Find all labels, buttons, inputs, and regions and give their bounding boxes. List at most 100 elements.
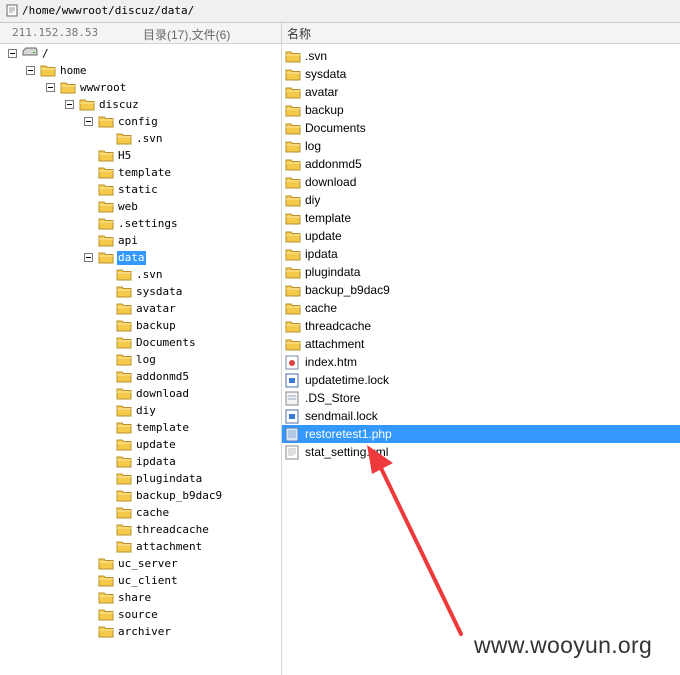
tree-node-label[interactable]: plugindata	[135, 472, 203, 486]
folder-icon	[116, 284, 132, 301]
tree-node-label[interactable]: attachment	[135, 540, 203, 554]
file-name: log	[305, 139, 322, 153]
tree-node-label[interactable]: addonmd5	[135, 370, 190, 384]
file-name: .svn	[305, 49, 328, 63]
file-list-item[interactable]: ipdata	[282, 245, 680, 263]
folder-icon	[98, 556, 114, 573]
file-list-item[interactable]: plugindata	[282, 263, 680, 281]
tree-node-label[interactable]: static	[117, 183, 159, 197]
tree-node-label[interactable]: wwwroot	[79, 81, 127, 95]
file-list-item[interactable]: stat_setting.xml	[282, 443, 680, 461]
tree-node-label[interactable]: avatar	[135, 302, 177, 316]
file-list-item[interactable]: Documents	[282, 119, 680, 137]
file-list-item[interactable]: update	[282, 227, 680, 245]
file-list-item[interactable]: sendmail.lock	[282, 407, 680, 425]
file-name: sendmail.lock	[305, 409, 378, 423]
file-list-item[interactable]: backup_b9dac9	[282, 281, 680, 299]
folder-icon	[98, 165, 114, 182]
file-list-item[interactable]: backup	[282, 101, 680, 119]
file-name: cache	[305, 301, 338, 315]
file-list-item[interactable]: download	[282, 173, 680, 191]
file-name: avatar	[305, 85, 339, 99]
tree-node-label[interactable]: ipdata	[135, 455, 177, 469]
address-path[interactable]: /home/wwwroot/discuz/data/	[22, 4, 194, 17]
tree-node-label[interactable]: config	[117, 115, 159, 129]
file-list-item[interactable]: template	[282, 209, 680, 227]
tree-node-label[interactable]: source	[117, 608, 159, 622]
file-name: sysdata	[305, 67, 347, 81]
folder-icon	[285, 301, 301, 318]
folder-icon	[116, 386, 132, 403]
folder-icon	[116, 267, 132, 284]
folder-icon	[285, 283, 301, 300]
tree-node-label[interactable]: archiver	[117, 625, 172, 639]
drive-icon	[21, 46, 39, 61]
directory-tree[interactable]: / home wwwroot discuz config .svn H5 template st…	[0, 44, 281, 675]
folder-icon	[98, 182, 114, 199]
tree-node-label[interactable]: download	[135, 387, 190, 401]
collapse-toggle-icon[interactable]	[84, 253, 93, 262]
file-list[interactable]: .svn sysdata avatar backup Documents log addon…	[282, 44, 680, 675]
tree-node-label[interactable]: .svn	[135, 268, 164, 282]
tree-node-label[interactable]: diy	[135, 404, 157, 418]
collapse-toggle-icon[interactable]	[46, 83, 55, 92]
tree-node-label[interactable]: data	[117, 251, 146, 265]
file-list-item[interactable]: addonmd5	[282, 155, 680, 173]
tree-node-label[interactable]: uc_server	[117, 557, 179, 571]
folder-icon	[285, 85, 301, 102]
file-list-item[interactable]: restoretest1.php	[282, 425, 680, 443]
tree-node-label[interactable]: sysdata	[135, 285, 183, 299]
tree-node-label[interactable]: backup	[135, 319, 177, 333]
tree-node-label[interactable]: log	[135, 353, 157, 367]
tree-node-label[interactable]: Documents	[135, 336, 197, 350]
file-list-item[interactable]: sysdata	[282, 65, 680, 83]
collapse-toggle-icon[interactable]	[8, 49, 17, 58]
folder-icon	[116, 488, 132, 505]
folder-icon	[116, 403, 132, 420]
folder-icon	[98, 114, 114, 131]
folder-icon	[98, 216, 114, 233]
address-bar[interactable]: /home/wwwroot/discuz/data/	[0, 0, 680, 23]
tree-node-label[interactable]: update	[135, 438, 177, 452]
column-header: 211.152.38.53 目录(17),文件(6) 名称	[0, 23, 680, 44]
file-list-item[interactable]: cache	[282, 299, 680, 317]
text-file-icon	[285, 445, 299, 463]
file-list-item[interactable]: .DS_Store	[282, 389, 680, 407]
file-name: Documents	[305, 121, 366, 135]
folder-icon	[40, 63, 56, 80]
collapse-toggle-icon[interactable]	[26, 66, 35, 75]
tree-node-label[interactable]: /	[41, 47, 50, 61]
tree-node-label[interactable]: threadcache	[135, 523, 210, 537]
tree-node-label[interactable]: discuz	[98, 98, 140, 112]
file-name: attachment	[305, 337, 365, 351]
file-name: diy	[305, 193, 321, 207]
collapse-toggle-icon[interactable]	[84, 117, 93, 126]
tree-node-label[interactable]: cache	[135, 506, 170, 520]
file-list-item[interactable]: diy	[282, 191, 680, 209]
name-column-header[interactable]: 名称	[287, 25, 311, 42]
folder-icon	[285, 337, 301, 354]
tree-node-label[interactable]: template	[117, 166, 172, 180]
file-list-item[interactable]: .svn	[282, 47, 680, 65]
file-list-item[interactable]: updatetime.lock	[282, 371, 680, 389]
tree-node-label[interactable]: backup_b9dac9	[135, 489, 223, 503]
tree-node-label[interactable]: share	[117, 591, 152, 605]
column-divider[interactable]	[281, 23, 282, 43]
tree-node-label[interactable]: home	[59, 64, 88, 78]
file-list-item[interactable]: index.htm	[282, 353, 680, 371]
tree-node-label[interactable]: .svn	[135, 132, 164, 146]
tree-node-label[interactable]: uc_client	[117, 574, 179, 588]
file-list-item[interactable]: avatar	[282, 83, 680, 101]
file-list-item[interactable]: threadcache	[282, 317, 680, 335]
tree-node-label[interactable]: .settings	[117, 217, 179, 231]
tree-node-label[interactable]: template	[135, 421, 190, 435]
tree-node-label[interactable]: H5	[117, 149, 132, 163]
file-list-item[interactable]: log	[282, 137, 680, 155]
folder-icon	[116, 301, 132, 318]
file-list-item[interactable]: attachment	[282, 335, 680, 353]
tree-node-label[interactable]: api	[117, 234, 139, 248]
tree-node-label[interactable]: web	[117, 200, 139, 214]
folder-icon	[98, 573, 114, 590]
folder-icon	[98, 250, 114, 267]
collapse-toggle-icon[interactable]	[65, 100, 74, 109]
